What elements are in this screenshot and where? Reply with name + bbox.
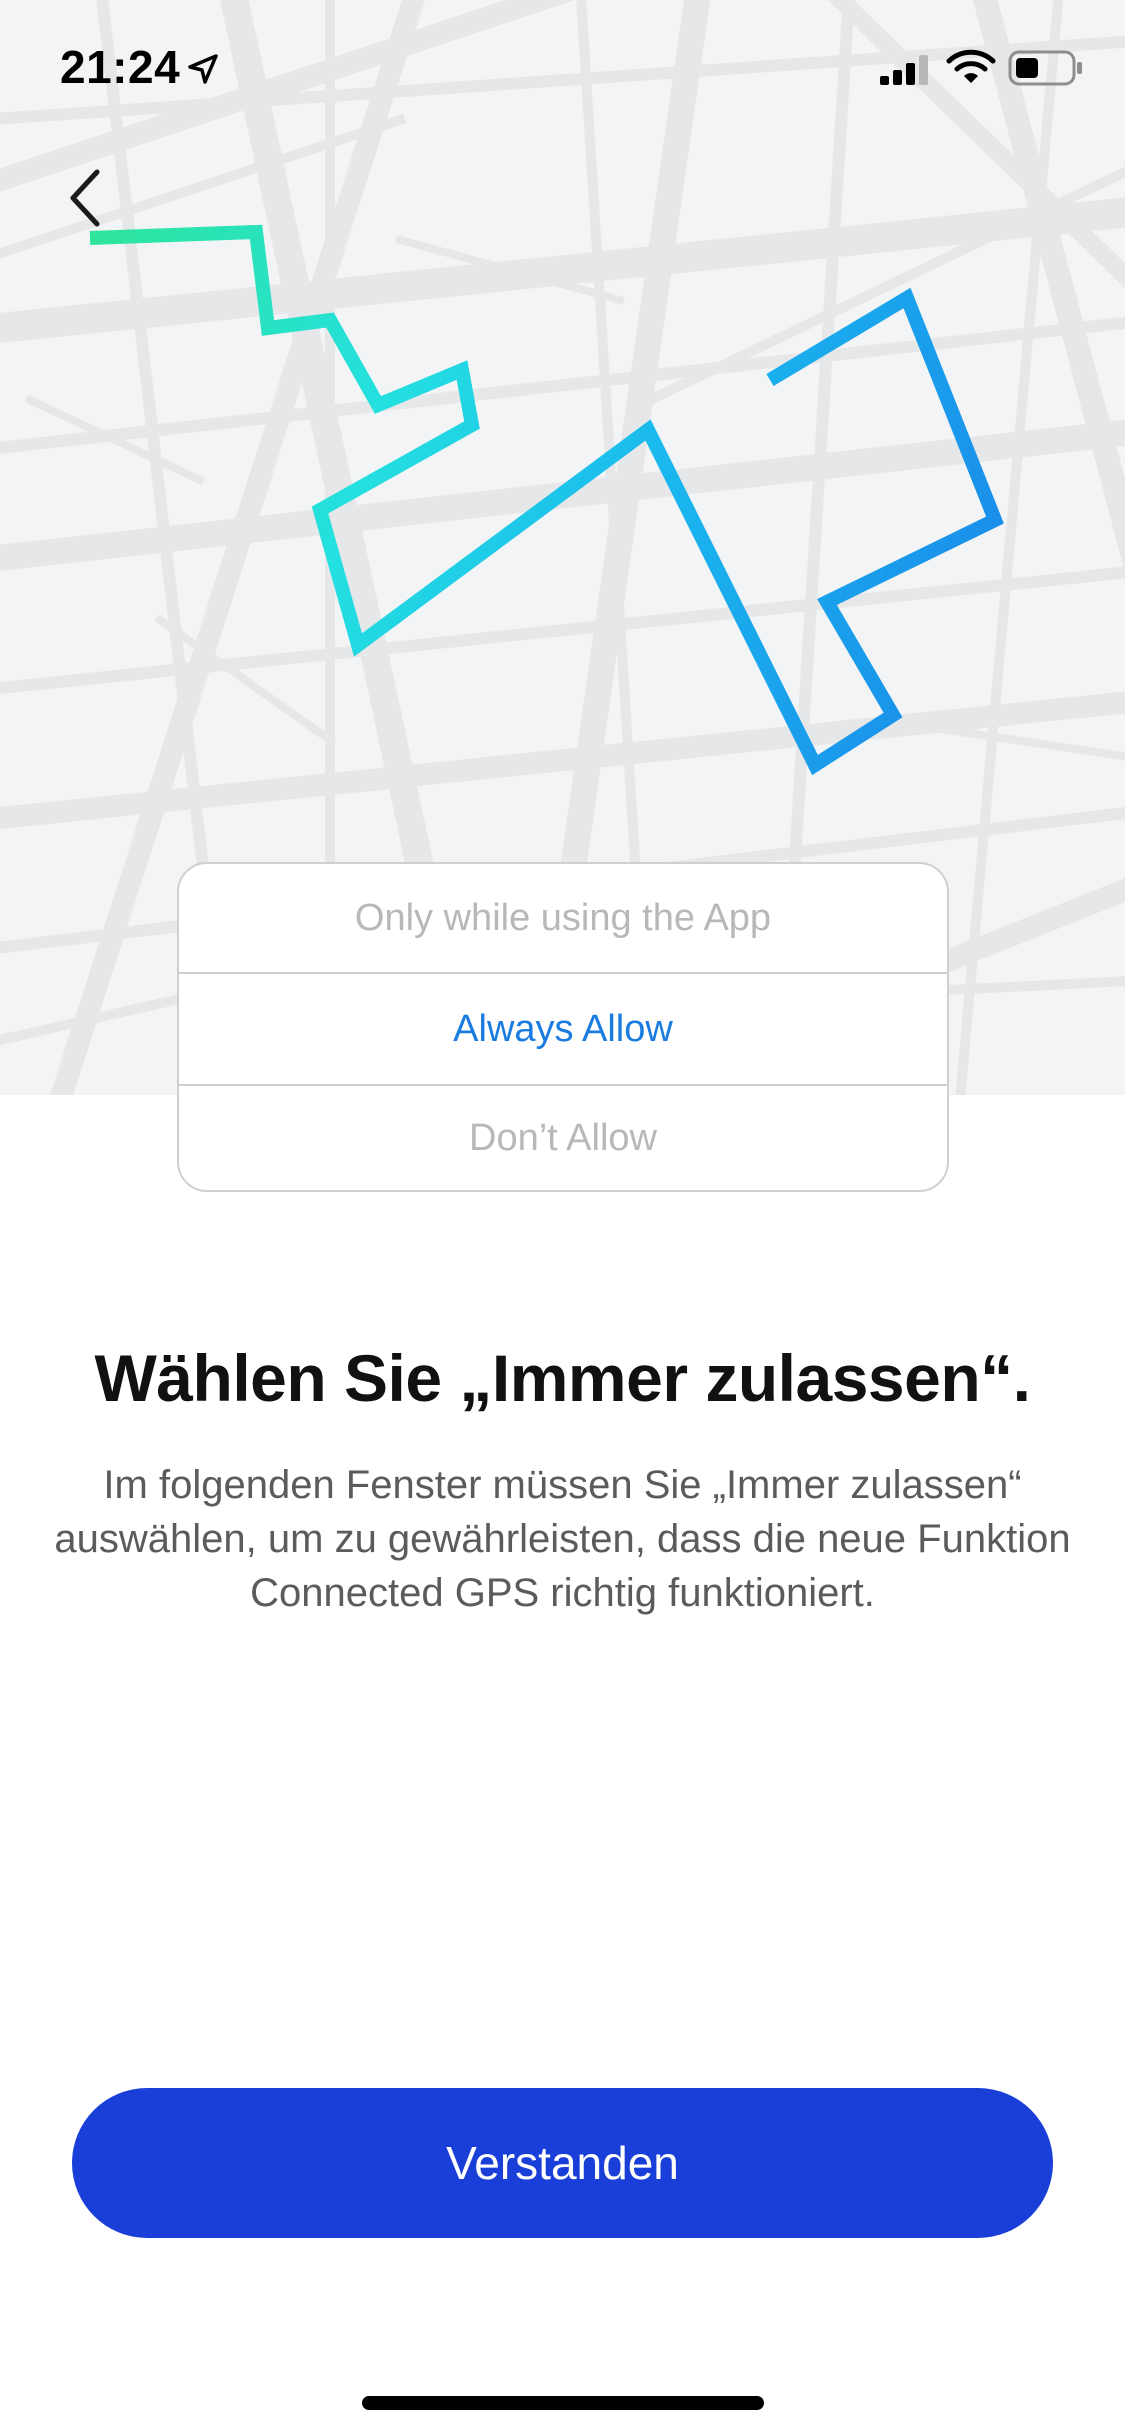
location-permission-screen: 21:24 Only while using the App Always Al… [0, 0, 1125, 2436]
wifi-icon [946, 48, 996, 91]
instruction-text: Im folgenden Fenster müssen Sie „Immer z… [54, 1463, 1071, 1615]
back-button[interactable] [50, 160, 120, 240]
cellular-signal-icon [878, 52, 932, 91]
battery-icon [1008, 50, 1084, 91]
status-time: 21:24 [60, 41, 181, 93]
status-bar: 21:24 [0, 0, 1125, 132]
chevron-left-icon [65, 166, 105, 235]
option-only-while-using: Only while using the App [354, 896, 772, 939]
option-always-allow: Always Allow [179, 972, 947, 1086]
location-arrow-icon [186, 52, 220, 91]
confirm-button[interactable]: Verstanden [72, 2088, 1053, 2238]
option-dont-allow: Don’t Allow [469, 1116, 657, 1159]
home-indicator[interactable] [362, 2396, 764, 2410]
permission-dialog-illustration: Only while using the App Always Allow Do… [177, 862, 949, 1192]
page-title: Wählen Sie „Immer zulassen“. [94, 1341, 1031, 1415]
